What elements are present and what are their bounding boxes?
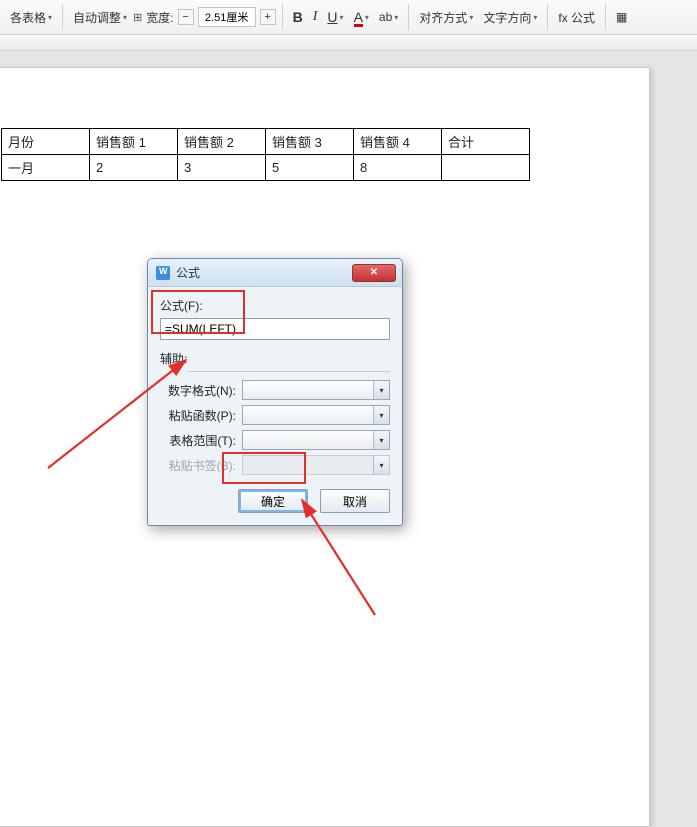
italic-button[interactable]: I <box>309 7 322 27</box>
sales-table[interactable]: 月份 销售额 1 销售额 2 销售额 3 销售额 4 合计 一月 2 3 5 8 <box>1 128 530 181</box>
auto-adjust-button[interactable]: 自动调整▾ <box>69 7 131 28</box>
dialog-titlebar[interactable]: 公式 ✕ <box>148 259 402 287</box>
table-header-row: 月份 销售额 1 销售额 2 销售额 3 销售额 4 合计 <box>2 129 530 155</box>
header-cell[interactable]: 销售额 4 <box>354 129 442 155</box>
formula-dialog: 公式 ✕ 公式(F): 辅助: 数字格式(N): ▾ 粘贴函数(P): ▾ 表格… <box>147 258 403 526</box>
cell[interactable] <box>442 155 530 181</box>
cell[interactable]: 3 <box>178 155 266 181</box>
close-icon: ✕ <box>370 267 378 278</box>
chevron-down-icon: ▾ <box>373 431 389 449</box>
table-row: 一月 2 3 5 8 <box>2 155 530 181</box>
close-button[interactable]: ✕ <box>352 264 396 282</box>
header-cell[interactable]: 销售额 1 <box>90 129 178 155</box>
width-label: 宽度: <box>146 9 173 26</box>
width-icon: ⊞ <box>133 11 142 24</box>
paste-bm-combo: ▾ <box>242 455 390 475</box>
num-format-label: 数字格式(N): <box>160 382 242 399</box>
separator <box>188 371 390 372</box>
underline-button[interactable]: U▾ <box>323 7 347 27</box>
table-button[interactable]: 各表格▾ <box>6 7 56 28</box>
header-cell[interactable]: 销售额 2 <box>178 129 266 155</box>
range-label: 表格范围(T): <box>160 432 242 449</box>
chevron-down-icon: ▾ <box>373 456 389 474</box>
header-cell[interactable]: 月份 <box>2 129 90 155</box>
assist-label: 辅助: <box>160 350 390 367</box>
num-format-combo[interactable]: ▾ <box>242 380 390 400</box>
formula-toolbar-button[interactable]: fx 公式 <box>554 7 599 28</box>
ok-button[interactable]: 确定 <box>238 489 308 513</box>
tool-icon-button[interactable]: ▦ <box>612 8 631 26</box>
toolbar: 各表格▾ 自动调整▾ ⊞ 宽度: − + B I U▾ A▾ ab▾ 对齐方式▾… <box>0 0 697 35</box>
formula-input[interactable] <box>160 318 390 340</box>
width-minus[interactable]: − <box>178 9 194 25</box>
text-direction-button[interactable]: 文字方向▾ <box>479 7 541 28</box>
cancel-button[interactable]: 取消 <box>320 489 390 513</box>
cell[interactable]: 5 <box>266 155 354 181</box>
paste-fn-label: 粘贴函数(P): <box>160 407 242 424</box>
chevron-down-icon: ▾ <box>373 381 389 399</box>
header-cell[interactable]: 销售额 3 <box>266 129 354 155</box>
align-button[interactable]: 对齐方式▾ <box>415 7 477 28</box>
width-input[interactable] <box>198 7 256 27</box>
dialog-title: 公式 <box>176 264 352 281</box>
ruler <box>0 35 697 51</box>
cell[interactable]: 2 <box>90 155 178 181</box>
cell[interactable]: 8 <box>354 155 442 181</box>
range-combo[interactable]: ▾ <box>242 430 390 450</box>
font-color-button[interactable]: A▾ <box>350 7 373 27</box>
highlight-button[interactable]: ab▾ <box>375 8 402 26</box>
cell[interactable]: 一月 <box>2 155 90 181</box>
bold-button[interactable]: B <box>289 7 307 27</box>
chevron-down-icon: ▾ <box>373 406 389 424</box>
paste-bm-label: 粘贴书签(B): <box>160 457 242 474</box>
formula-label: 公式(F): <box>160 297 390 314</box>
app-icon <box>156 266 170 280</box>
paste-fn-combo[interactable]: ▾ <box>242 405 390 425</box>
width-plus[interactable]: + <box>260 9 276 25</box>
header-cell[interactable]: 合计 <box>442 129 530 155</box>
